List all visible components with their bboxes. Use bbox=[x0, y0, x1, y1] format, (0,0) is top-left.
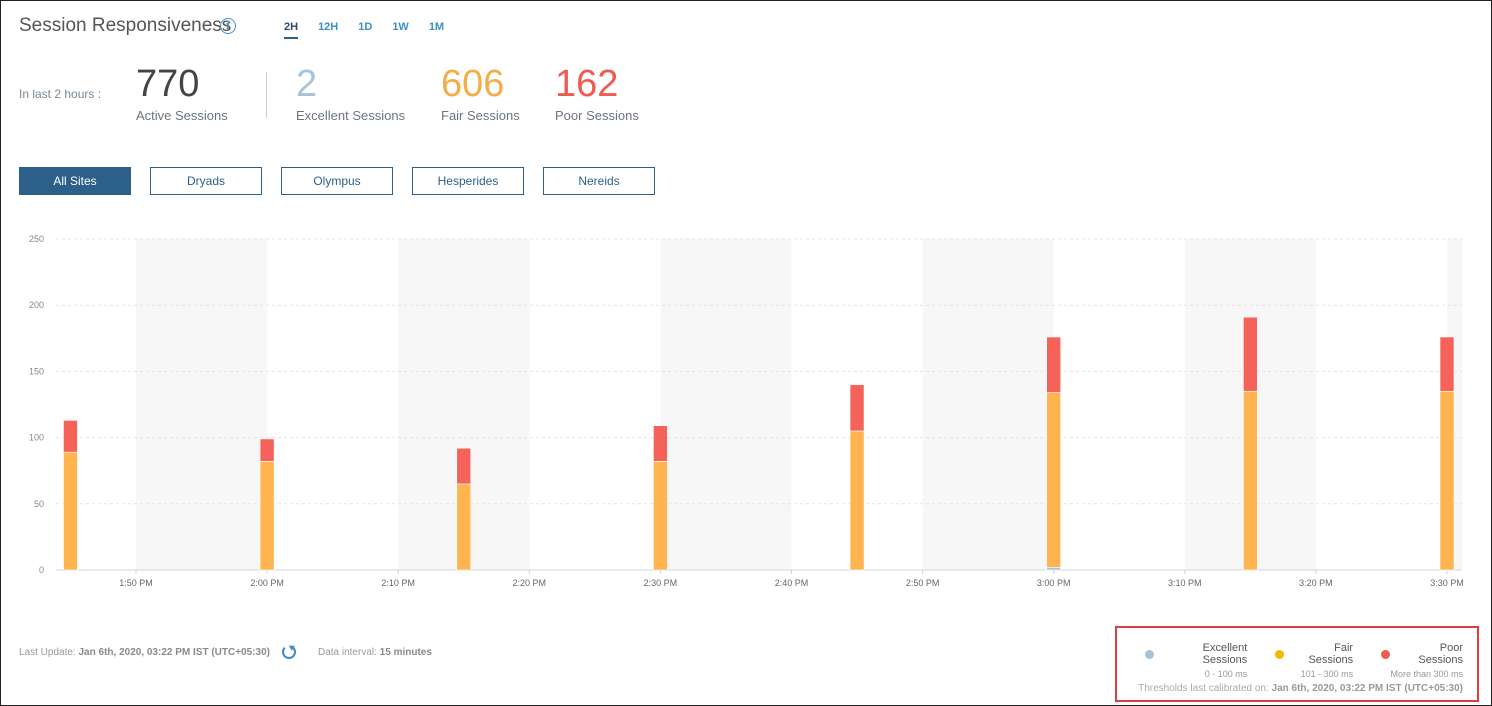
info-icon[interactable]: i bbox=[220, 18, 236, 34]
range-12h[interactable]: 12H bbox=[318, 21, 338, 39]
y-tick-label: 250 bbox=[29, 234, 44, 244]
bar-poor bbox=[849, 384, 865, 432]
legend-excellent-dot bbox=[1145, 649, 1154, 659]
bar-fair bbox=[259, 461, 275, 571]
legend-panel: Excellent Sessions 0 - 100 ms Fair Sessi… bbox=[1115, 626, 1479, 702]
kpi-active-label: Active Sessions bbox=[136, 108, 228, 123]
filter-nereids[interactable]: Nereids bbox=[543, 167, 655, 195]
kpi-divider bbox=[266, 72, 267, 118]
y-tick-label: 100 bbox=[29, 433, 44, 443]
bar-fair bbox=[849, 430, 865, 571]
site-filters: All Sites Dryads Olympus Hesperides Nere… bbox=[19, 167, 674, 195]
legend-excellent-name: Excellent Sessions bbox=[1202, 642, 1248, 666]
kpi-active-value: 770 bbox=[136, 63, 200, 105]
legend-excellent[interactable]: Excellent Sessions 0 - 100 ms bbox=[1145, 642, 1247, 679]
range-1m[interactable]: 1M bbox=[429, 21, 444, 39]
chart-band bbox=[660, 239, 792, 570]
range-2h[interactable]: 2H bbox=[284, 21, 299, 39]
y-tick-label: 200 bbox=[29, 300, 44, 310]
bar-excellent bbox=[1046, 567, 1061, 571]
time-range-selector: 2H 12H 1D 1W 1M bbox=[284, 21, 464, 39]
x-tick-label: 2:00 PM bbox=[250, 578, 284, 588]
legend-fair[interactable]: Fair Sessions 101 - 300 ms bbox=[1275, 642, 1353, 679]
x-tick-label: 2:40 PM bbox=[775, 578, 809, 588]
legend-fair-dot bbox=[1275, 649, 1284, 659]
kpi-fair-label: Fair Sessions bbox=[441, 108, 520, 123]
chart-band bbox=[922, 239, 1054, 570]
kpi-poor-label: Poor Sessions bbox=[555, 108, 639, 123]
bar-poor bbox=[1243, 316, 1258, 392]
bar-fair bbox=[456, 483, 472, 571]
filter-dryads[interactable]: Dryads bbox=[150, 167, 262, 195]
page-title: Session Responsiveness bbox=[19, 15, 232, 36]
legend-excellent-range: 0 - 100 ms bbox=[1204, 669, 1248, 679]
range-1w[interactable]: 1W bbox=[392, 21, 409, 39]
y-tick-label: 150 bbox=[29, 366, 44, 376]
bar-fair bbox=[1243, 390, 1258, 571]
x-tick-label: 2:50 PM bbox=[906, 578, 940, 588]
calibration-note: Thresholds last calibrated on: Jan 6th, … bbox=[1138, 683, 1463, 694]
last-update-label: Last Update: bbox=[19, 646, 76, 658]
session-chart: 0 50 100 150 200 250 1:50 PM 2:00 PM 2:10 PM 2:20… bbox=[29, 234, 1464, 588]
legend-poor-name: Poor Sessions bbox=[1418, 642, 1464, 666]
calibration-label: Thresholds last calibrated on: bbox=[1138, 683, 1269, 694]
x-tick-label: 2:20 PM bbox=[513, 578, 547, 588]
kpi-fair[interactable]: 606 Fair Sessions bbox=[441, 62, 520, 123]
x-tick-label: 3:30 PM bbox=[1430, 578, 1464, 588]
kpi-fair-value: 606 bbox=[441, 63, 505, 105]
legend-fair-range: 101 - 300 ms bbox=[1300, 669, 1354, 679]
bar-poor bbox=[456, 447, 472, 485]
x-tick-label: 1:50 PM bbox=[119, 578, 153, 588]
x-tick-label: 3:20 PM bbox=[1299, 578, 1333, 588]
legend-poor[interactable]: Poor Sessions More than 300 ms bbox=[1381, 642, 1463, 679]
footer-status: Last Update: Jan 6th, 2020, 03:22 PM IST… bbox=[19, 645, 432, 659]
bar-poor bbox=[1046, 336, 1061, 393]
kpi-active: 770 Active Sessions bbox=[136, 62, 228, 123]
bar-poor bbox=[63, 420, 78, 453]
bar-fair bbox=[1439, 390, 1455, 571]
calibration-value: Jan 6th, 2020, 03:22 PM IST (UTC+05:30) bbox=[1271, 683, 1463, 694]
bar-fair bbox=[653, 461, 668, 571]
legend-poor-dot bbox=[1381, 649, 1390, 659]
bar-poor bbox=[1439, 336, 1455, 392]
filter-olympus[interactable]: Olympus bbox=[281, 167, 393, 195]
bar-poor bbox=[259, 438, 275, 462]
range-1d[interactable]: 1D bbox=[358, 21, 372, 39]
kpi-excellent-label: Excellent Sessions bbox=[296, 108, 406, 123]
interval-label: Data interval: bbox=[317, 646, 377, 658]
x-tick-label: 2:10 PM bbox=[381, 578, 415, 588]
x-tick-label: 3:00 PM bbox=[1037, 578, 1071, 588]
x-tick-label: 2:30 PM bbox=[644, 578, 678, 588]
filter-hesperides[interactable]: Hesperides bbox=[412, 167, 524, 195]
kpi-poor-value: 162 bbox=[555, 63, 619, 105]
y-tick-label: 50 bbox=[34, 499, 44, 509]
chart-band bbox=[136, 239, 268, 570]
x-tick-label: 3:10 PM bbox=[1168, 578, 1202, 588]
bar-poor bbox=[653, 425, 668, 462]
filter-all-sites[interactable]: All Sites bbox=[19, 167, 131, 195]
kpi-poor[interactable]: 162 Poor Sessions bbox=[555, 62, 639, 123]
y-tick-label: 0 bbox=[39, 565, 44, 575]
legend-fair-name: Fair Sessions bbox=[1308, 642, 1354, 666]
legend-poor-range: More than 300 ms bbox=[1390, 669, 1464, 679]
interval-value: 15 minutes bbox=[379, 646, 432, 658]
kpi-period-label: In last 2 hours : bbox=[19, 87, 102, 101]
kpi-excellent[interactable]: 2 Excellent Sessions bbox=[296, 62, 405, 123]
bar-fair bbox=[63, 451, 78, 571]
last-update-value: Jan 6th, 2020, 03:22 PM IST (UTC+05:30) bbox=[78, 646, 270, 658]
kpi-excellent-value: 2 bbox=[296, 63, 318, 105]
refresh-icon[interactable] bbox=[281, 645, 296, 659]
bar-fair bbox=[1046, 392, 1061, 568]
